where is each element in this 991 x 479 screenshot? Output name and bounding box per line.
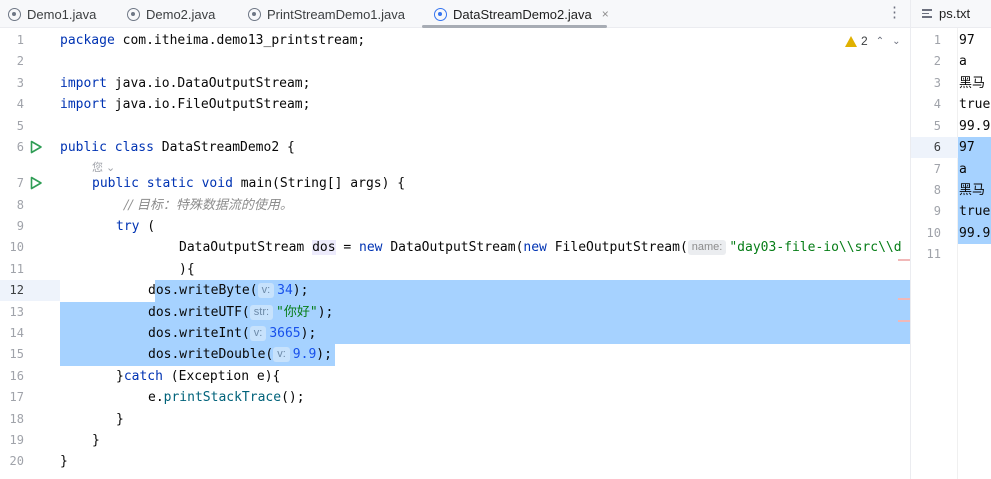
line-number: 14 — [9, 326, 24, 340]
line-number: 1 — [16, 33, 24, 47]
java-class-icon — [434, 7, 447, 21]
tab-datastreamdemo2[interactable]: DataStreamDemo2.java × — [434, 0, 609, 28]
text-line: a — [959, 162, 967, 177]
line-number: 19 — [9, 433, 24, 447]
code-editor[interactable]: 1 2 3 4 5 6 7 8 9 10 11 12 13 14 15 16 1… — [0, 28, 910, 479]
line-number: 13 — [9, 305, 24, 319]
tab-demo2[interactable]: Demo2.java — [127, 0, 215, 28]
code-line: public class DataStreamDemo2 { — [60, 140, 295, 155]
param-hint: name: — [687, 240, 727, 255]
line-number: 2 — [16, 54, 24, 68]
close-icon[interactable]: × — [602, 7, 609, 21]
param-hint: str: — [249, 305, 274, 320]
text-line: 黑马 — [959, 76, 986, 91]
line-number: 4 — [16, 97, 24, 111]
param-hint: v: — [249, 326, 267, 341]
code-line: import java.io.DataOutputStream; — [60, 76, 311, 91]
run-main-icon[interactable] — [29, 176, 43, 190]
line-number: 1 — [933, 33, 941, 47]
tab-label: PrintStreamDemo1.java — [267, 6, 405, 22]
code-line: public static void main(String[] args) { — [92, 176, 406, 191]
code-line: dos.writeByte(v: 34); — [148, 283, 309, 298]
code-line: } — [60, 454, 68, 469]
line-number: 5 — [16, 119, 24, 133]
line-number: 11 — [926, 247, 941, 261]
line-number: 11 — [9, 262, 24, 276]
run-class-icon[interactable] — [29, 140, 43, 154]
text-line: a — [959, 54, 967, 69]
text-line: 99.9 — [959, 226, 991, 241]
line-number: 2 — [933, 54, 941, 68]
line-number: 15 — [9, 347, 24, 361]
line-number: 7 — [933, 162, 941, 176]
code-line: } — [116, 412, 124, 427]
error-stripe-mark[interactable] — [898, 259, 910, 261]
code-line: import java.io.FileOutputStream; — [60, 97, 311, 112]
code-line: ){ — [179, 262, 195, 277]
editor-tab-bar: Demo1.java Demo2.java PrintStreamDemo1.j… — [0, 0, 910, 28]
text-file-icon — [922, 7, 932, 20]
text-line: 黑马 — [959, 183, 986, 198]
java-class-icon — [248, 7, 261, 21]
line-number: 6 — [933, 140, 941, 154]
param-hint: v: — [273, 347, 290, 362]
tab-label: Demo1.java — [27, 6, 97, 22]
text-line: true — [959, 97, 991, 112]
code-line: dos.writeUTF(str: "你好"); — [148, 305, 334, 320]
code-line: DataOutputStream dos = new DataOutputStr… — [179, 240, 902, 255]
code-comment: // 目标：特殊数据流的使用。 — [124, 198, 293, 213]
more-tabs-icon[interactable]: ⋮ — [887, 2, 902, 24]
code-line: package com.itheima.demo13_printstream; — [60, 33, 366, 48]
text-line: true — [959, 204, 991, 219]
tab-label: DataStreamDemo2.java — [453, 6, 592, 22]
tab-label: Demo2.java — [146, 6, 216, 22]
tab-label: ps.txt — [939, 6, 971, 21]
code-line: }catch (Exception e){ — [116, 369, 281, 384]
line-number: 18 — [9, 412, 24, 426]
line-number: 4 — [933, 97, 941, 111]
line-number: 6 — [16, 140, 24, 154]
code-line: e.printStackTrace(); — [148, 390, 305, 405]
code-line: dos.writeDouble(v: 9.9); — [148, 347, 332, 362]
tab-ps-txt[interactable]: ps.txt — [911, 0, 991, 28]
java-class-icon — [8, 7, 21, 21]
text-line: 97 — [959, 140, 975, 155]
line-number: 3 — [933, 76, 941, 90]
line-number: 3 — [16, 76, 24, 90]
error-stripe-mark[interactable] — [898, 320, 910, 322]
tab-demo1[interactable]: Demo1.java — [8, 0, 96, 28]
line-number: 9 — [16, 219, 24, 233]
line-number: 20 — [9, 454, 24, 468]
line-number: 16 — [9, 369, 24, 383]
code-line: dos.writeInt(v: 3665); — [148, 326, 317, 341]
code-line: try ( — [116, 219, 156, 234]
line-number: 8 — [16, 198, 24, 212]
line-number: 5 — [933, 119, 941, 133]
line-number: 10 — [9, 240, 24, 254]
tab-printstreamdemo1[interactable]: PrintStreamDemo1.java — [248, 0, 405, 28]
text-line: 99.9 — [959, 119, 991, 134]
line-number: 7 — [16, 176, 24, 190]
line-number: 9 — [933, 204, 941, 218]
param-hint: v: — [257, 283, 275, 298]
error-stripe-mark[interactable] — [898, 298, 910, 300]
line-number: 8 — [933, 183, 941, 197]
line-number: 12 — [9, 283, 24, 297]
code-line: } — [92, 433, 100, 448]
split-editor-ps-txt[interactable]: ps.txt 1 97 2 a 3 黑马 4 true 5 99.9 6 97 7 a 8 黑马… — [910, 0, 991, 479]
java-class-icon — [127, 7, 140, 21]
line-number: 10 — [926, 226, 941, 240]
text-line: 97 — [959, 33, 975, 48]
line-number: 17 — [9, 390, 24, 404]
